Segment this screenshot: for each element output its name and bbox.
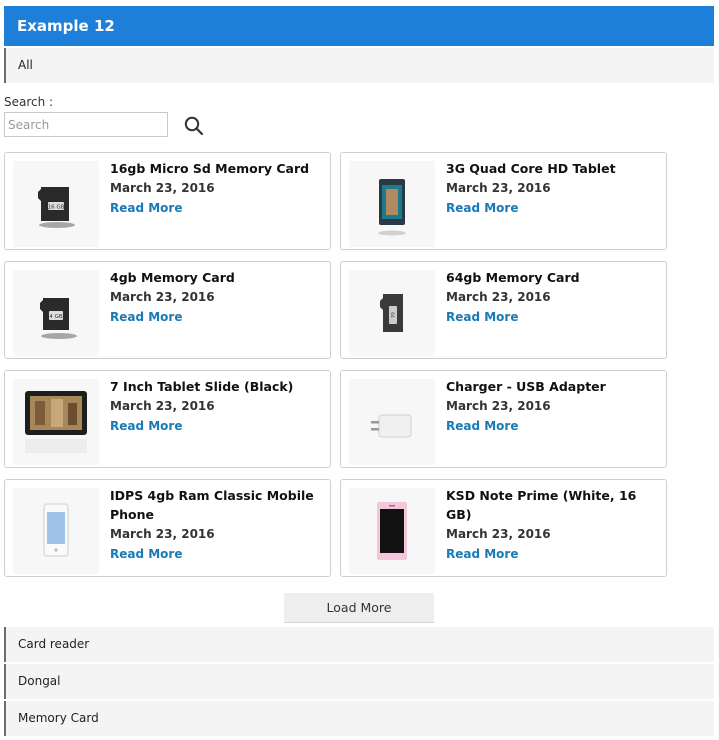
product-date: March 23, 2016 — [110, 181, 215, 195]
product-image[interactable]: 64 — [349, 270, 435, 356]
product-date: March 23, 2016 — [110, 527, 215, 541]
product-image[interactable] — [13, 379, 99, 465]
category-label: Dongal — [18, 674, 61, 688]
product-image[interactable] — [349, 379, 435, 465]
product-card[interactable]: 4 GB 4gb Memory Card March 23, 2016 Read… — [4, 261, 331, 359]
product-card[interactable]: 16 GB 16gb Micro Sd Memory Card March 23… — [4, 152, 331, 250]
product-image[interactable]: 16 GB — [13, 161, 99, 247]
category-label: Memory Card — [18, 711, 99, 725]
read-more-link[interactable]: Read More — [446, 416, 656, 436]
product-title[interactable]: 4gb Memory Card — [110, 268, 320, 287]
microsd-card-icon: 64 — [380, 294, 403, 332]
read-more-link[interactable]: Read More — [446, 307, 656, 327]
product-date: March 23, 2016 — [446, 399, 551, 413]
category-memory-card[interactable]: Memory Card — [4, 701, 714, 736]
product-image[interactable]: 4 GB — [13, 270, 99, 356]
search-input[interactable] — [4, 112, 168, 137]
product-title[interactable]: 64gb Memory Card — [446, 268, 656, 287]
category-label: Card reader — [18, 637, 90, 651]
category-card-reader[interactable]: Card reader — [4, 627, 714, 662]
category-all-label: All — [18, 58, 33, 72]
read-more-link[interactable]: Read More — [110, 307, 320, 327]
product-title[interactable]: KSD Note Prime (White, 16 GB) — [446, 486, 656, 524]
mobile-phone-icon — [43, 503, 69, 557]
microsd-card-icon: 4 GB — [40, 298, 77, 339]
microsd-card-icon: 16 GB — [38, 187, 75, 228]
read-more-link[interactable]: Read More — [446, 198, 656, 218]
read-more-link[interactable]: Read More — [110, 198, 320, 218]
product-card[interactable]: 3G Quad Core HD Tablet March 23, 2016 Re… — [340, 152, 667, 250]
product-image[interactable] — [349, 161, 435, 247]
page-title: Example 12 — [17, 17, 115, 35]
svg-text:64: 64 — [389, 312, 395, 318]
read-more-link[interactable]: Read More — [110, 544, 320, 564]
tablet-icon — [25, 391, 87, 453]
search-icon — [184, 116, 204, 136]
category-dongal[interactable]: Dongal — [4, 664, 714, 699]
product-title[interactable]: IDPS 4gb Ram Classic Mobile Phone — [110, 486, 320, 524]
search-label: Search : — [4, 95, 54, 109]
mobile-phone-icon — [377, 502, 407, 560]
product-title[interactable]: 7 Inch Tablet Slide (Black) — [110, 377, 320, 396]
product-date: March 23, 2016 — [110, 290, 215, 304]
product-image[interactable] — [13, 488, 99, 574]
product-title[interactable]: Charger - USB Adapter — [446, 377, 656, 396]
page-header: Example 12 — [4, 6, 714, 46]
product-date: March 23, 2016 — [110, 399, 215, 413]
product-date: March 23, 2016 — [446, 527, 551, 541]
product-date: March 23, 2016 — [446, 181, 551, 195]
product-card[interactable]: Charger - USB Adapter March 23, 2016 Rea… — [340, 370, 667, 468]
usb-charger-icon — [371, 414, 412, 438]
search-button[interactable] — [182, 114, 206, 138]
product-card[interactable]: 64 64gb Memory Card March 23, 2016 Read … — [340, 261, 667, 359]
product-card[interactable]: 7 Inch Tablet Slide (Black) March 23, 20… — [4, 370, 331, 468]
product-title[interactable]: 16gb Micro Sd Memory Card — [110, 159, 320, 178]
product-date: March 23, 2016 — [446, 290, 551, 304]
svg-text:4 GB: 4 GB — [49, 314, 63, 320]
load-more-button[interactable]: Load More — [284, 593, 434, 623]
read-more-link[interactable]: Read More — [110, 416, 320, 436]
product-card[interactable]: KSD Note Prime (White, 16 GB) March 23, … — [340, 479, 667, 577]
product-card[interactable]: IDPS 4gb Ram Classic Mobile Phone March … — [4, 479, 331, 577]
product-title[interactable]: 3G Quad Core HD Tablet — [446, 159, 656, 178]
read-more-link[interactable]: Read More — [446, 544, 656, 564]
category-all[interactable]: All — [4, 48, 714, 83]
svg-text:16 GB: 16 GB — [48, 205, 65, 211]
tablet-icon — [378, 179, 406, 236]
product-image[interactable] — [349, 488, 435, 574]
